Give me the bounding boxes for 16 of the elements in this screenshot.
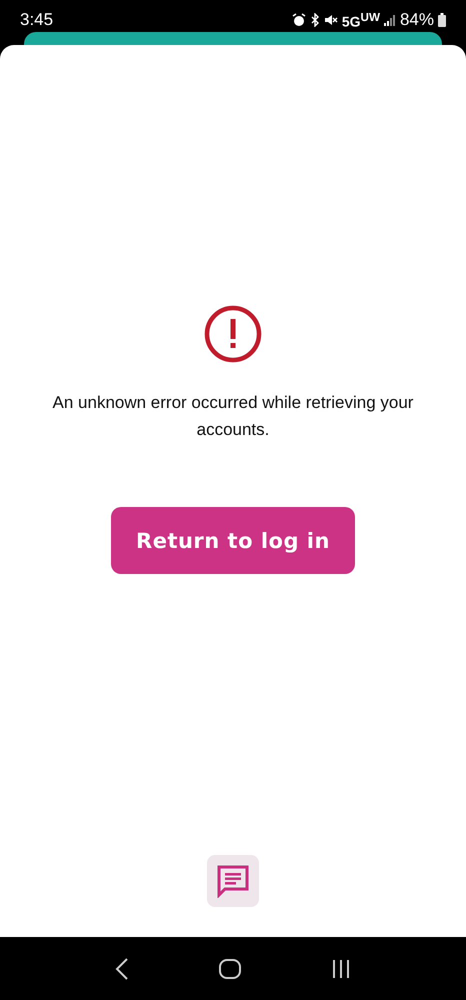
battery-icon (438, 13, 446, 27)
error-message: An unknown error occurred while retrieving your accounts. (52, 392, 414, 441)
status-time: 3:45 (20, 10, 54, 30)
error-icon (204, 305, 262, 363)
return-button[interactable]: Return to log in (111, 507, 355, 574)
recents-icon[interactable] (331, 958, 351, 978)
alarm-icon (292, 13, 306, 27)
bluetooth-icon (310, 13, 320, 27)
signal-icon (384, 14, 396, 26)
back-icon[interactable] (115, 958, 129, 980)
mute-icon (324, 13, 338, 27)
battery-level: 84% (400, 10, 434, 30)
chat-button[interactable] (207, 855, 259, 907)
home-icon[interactable] (219, 958, 241, 978)
chat-icon (216, 864, 250, 898)
network-label: 5G$^{UW}$ (342, 12, 380, 28)
